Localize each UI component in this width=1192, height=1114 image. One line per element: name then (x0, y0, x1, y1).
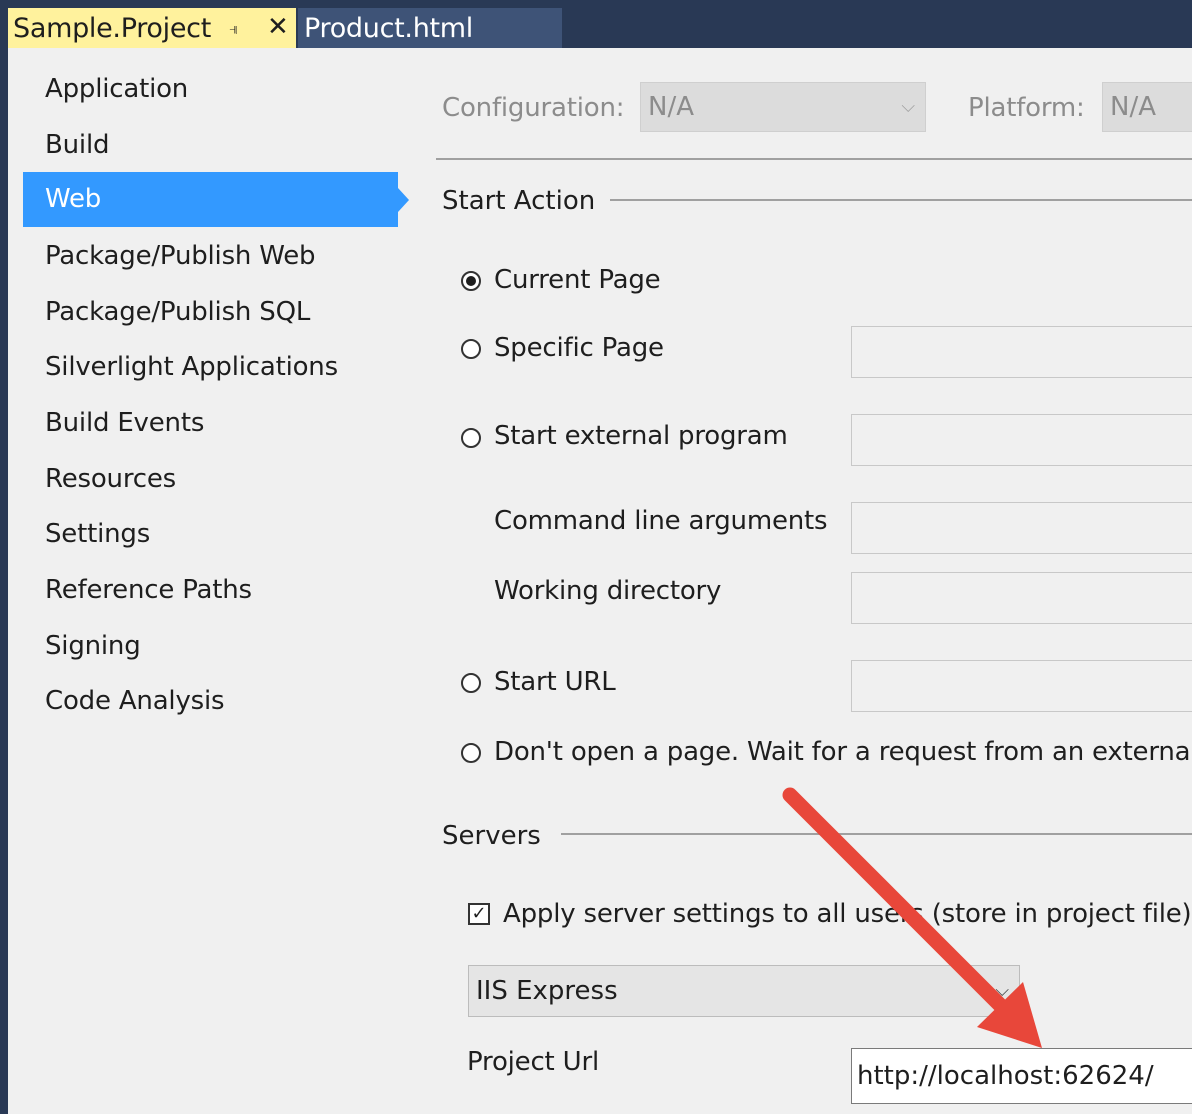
platform-label: Platform: (968, 93, 1085, 123)
current-page-radio[interactable] (461, 271, 481, 291)
sidebar-item-signing[interactable]: Signing (23, 619, 398, 674)
window-frame-left (0, 48, 8, 1114)
sidebar-item-application[interactable]: Application (23, 62, 398, 117)
specific-page-label[interactable]: Specific Page (494, 333, 664, 363)
project-properties-window: Sample.Project ⫣ ✕ Product.html Applicat… (0, 0, 1192, 1114)
external-program-input[interactable] (851, 414, 1192, 466)
sidebar-item-package-publish-web[interactable]: Package/Publish Web (23, 229, 398, 284)
current-page-label[interactable]: Current Page (494, 265, 661, 295)
properties-nav-sidebar: Application Build Web Package/Publish We… (8, 48, 409, 1114)
tab-title: Product.html (304, 12, 473, 44)
start-action-heading: Start Action (442, 186, 596, 216)
tab-product-html[interactable]: Product.html (298, 8, 562, 48)
project-url-value: http://localhost:62624/ (857, 1061, 1154, 1091)
tab-sample-project[interactable]: Sample.Project ⫣ ✕ (8, 8, 296, 48)
working-directory-input[interactable] (851, 572, 1192, 624)
start-url-radio[interactable] (461, 673, 481, 693)
apply-settings-label[interactable]: Apply server settings to all users (stor… (503, 899, 1192, 929)
start-url-input[interactable] (851, 660, 1192, 712)
working-directory-label: Working directory (494, 576, 722, 606)
configuration-value: N/A (648, 92, 694, 122)
sidebar-item-package-publish-sql[interactable]: Package/Publish SQL (23, 285, 398, 340)
sidebar-item-silverlight-applications[interactable]: Silverlight Applications (23, 340, 398, 395)
command-line-arguments-label: Command line arguments (494, 506, 828, 536)
sidebar-item-reference-paths[interactable]: Reference Paths (23, 563, 398, 618)
start-external-program-radio[interactable] (461, 428, 481, 448)
document-tab-bar: Sample.Project ⫣ ✕ Product.html (0, 0, 1192, 48)
sidebar-item-code-analysis[interactable]: Code Analysis (23, 674, 398, 729)
apply-settings-checkbox[interactable]: ✓ (468, 903, 490, 925)
sidebar-item-build[interactable]: Build (23, 118, 398, 173)
project-url-label: Project Url (467, 1047, 599, 1077)
command-line-arguments-input[interactable] (851, 502, 1192, 554)
sidebar-item-resources[interactable]: Resources (23, 452, 398, 507)
sidebar-item-settings[interactable]: Settings (23, 507, 398, 562)
specific-page-radio[interactable] (461, 339, 481, 359)
tab-title: Sample.Project (13, 12, 211, 44)
divider (436, 158, 1192, 160)
close-icon[interactable]: ✕ (267, 13, 289, 41)
configuration-label: Configuration: (442, 93, 625, 123)
pin-icon[interactable]: ⫣ (229, 19, 239, 39)
server-select-value: IIS Express (476, 976, 618, 1006)
platform-value: N/A (1110, 92, 1156, 122)
chevron-down-icon: ⌵ (901, 96, 915, 117)
server-select[interactable]: IIS Express ⌵ (468, 965, 1020, 1017)
platform-select[interactable]: N/A (1102, 82, 1192, 132)
sidebar-item-web[interactable]: Web (23, 172, 409, 227)
section-divider (561, 833, 1192, 835)
configuration-select[interactable]: N/A ⌵ (640, 82, 926, 132)
section-divider (610, 199, 1192, 201)
start-external-program-label[interactable]: Start external program (494, 421, 788, 451)
servers-heading: Servers (442, 821, 541, 851)
project-url-input[interactable]: http://localhost:62624/ (851, 1048, 1192, 1104)
specific-page-input[interactable] (851, 326, 1192, 378)
chevron-down-icon: ⌵ (995, 980, 1009, 1001)
dont-open-page-radio[interactable] (461, 743, 481, 763)
sidebar-item-build-events[interactable]: Build Events (23, 396, 398, 451)
dont-open-page-label[interactable]: Don't open a page. Wait for a request fr… (494, 737, 1192, 767)
start-url-label[interactable]: Start URL (494, 667, 616, 697)
